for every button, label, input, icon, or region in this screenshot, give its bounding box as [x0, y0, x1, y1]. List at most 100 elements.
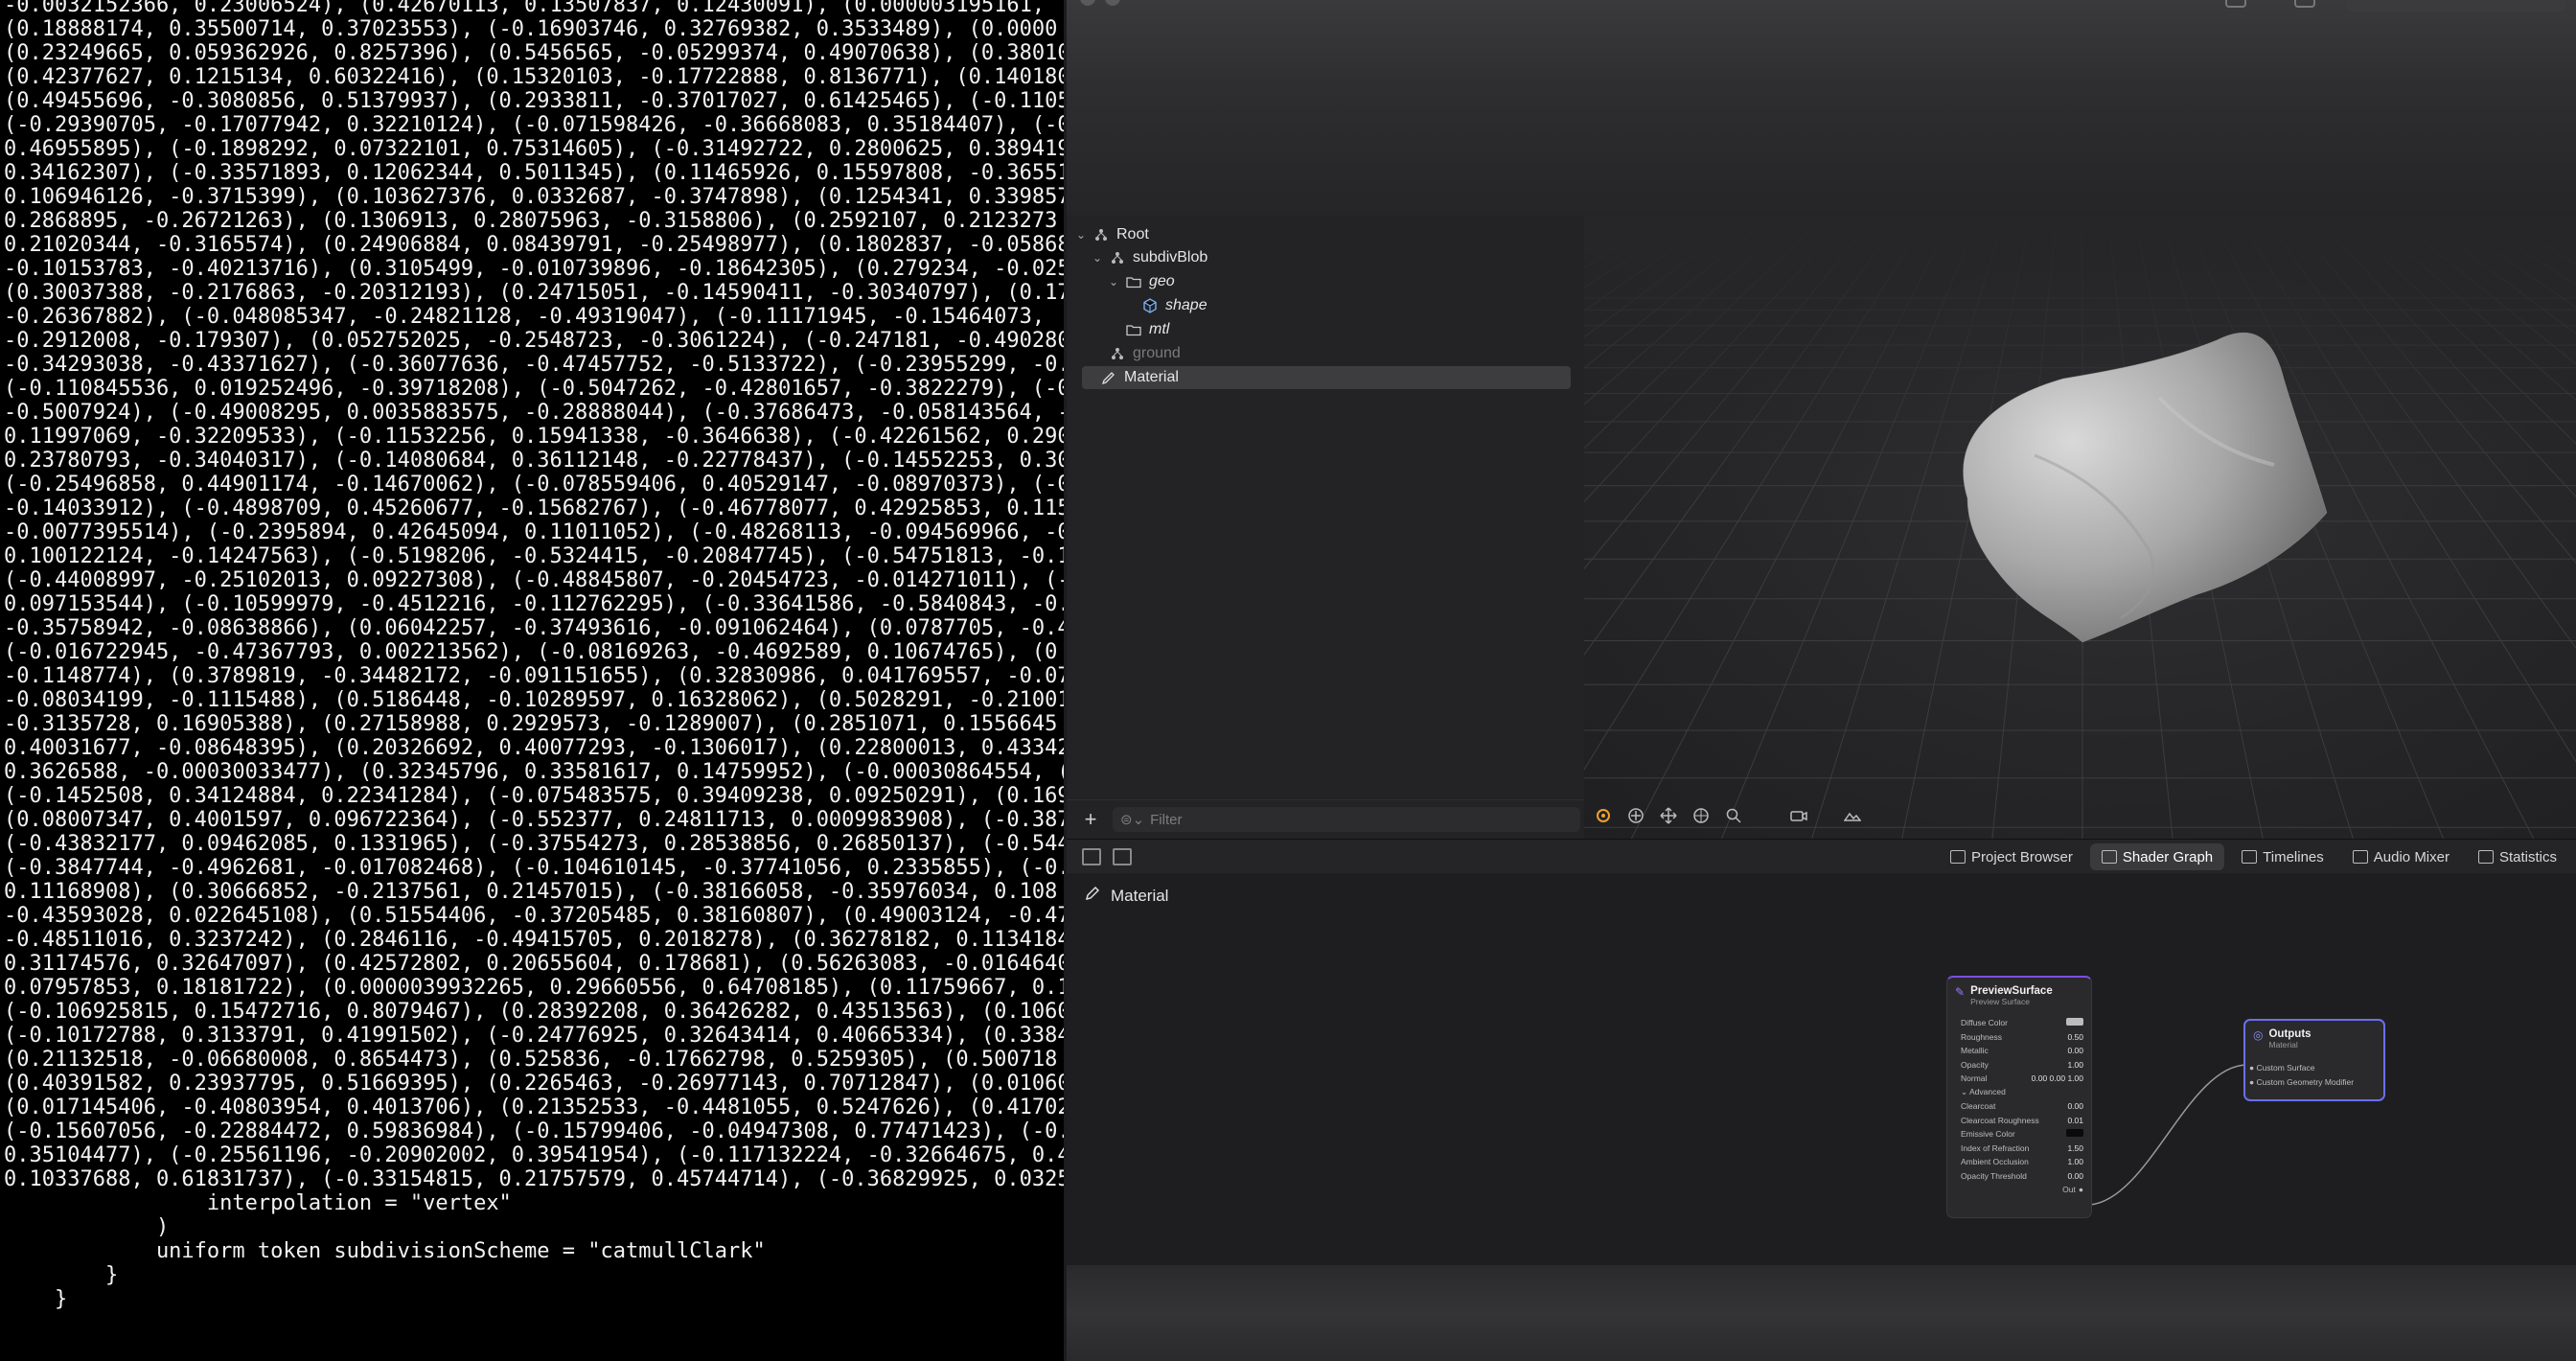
zoom-icon[interactable] [1724, 806, 1743, 825]
tab-label: Project Browser [1971, 848, 2073, 865]
node-param-row[interactable]: Clearcoat 0.00 [1947, 1099, 2091, 1114]
toolbar-icon[interactable] [2225, 0, 2246, 8]
tree-item-label: shape [1165, 297, 1208, 313]
node-param-row[interactable]: Normal 0.00 0.00 1.00 [1947, 1072, 2091, 1086]
chevron-down-icon[interactable]: ⌄ [1074, 228, 1088, 242]
color-swatch[interactable] [2066, 1129, 2083, 1138]
stats-icon [2477, 850, 2494, 864]
chevron-down-icon[interactable]: ⌄ [1107, 275, 1120, 288]
node-param-row[interactable]: Index of Refraction 1.50 [1947, 1142, 2091, 1156]
output-port-row[interactable]: ● Custom Geometry Modifier [2245, 1075, 2383, 1090]
param-value[interactable] [2026, 1018, 2083, 1027]
scene-hierarchy-panel: ⌄ Root ⌄ subdivBlob ⌄ geo shape mtl ground Materi… [1067, 216, 1586, 839]
tree-item-label: mtl [1149, 321, 1170, 337]
node-param-row[interactable]: Clearcoat Roughness 0.01 [1947, 1114, 2091, 1128]
toolbar-icon[interactable] [2294, 0, 2315, 8]
param-value[interactable]: 1.00 [2029, 1157, 2083, 1166]
param-label: Normal [1961, 1073, 1988, 1084]
3d-viewport[interactable] [1584, 216, 2576, 839]
tree-item-ground[interactable]: ground [1074, 342, 1181, 365]
param-value[interactable]: 0.01 [2039, 1116, 2083, 1125]
param-value[interactable]: 0.00 [2026, 1101, 2083, 1111]
param-value[interactable]: 0.50 [2026, 1032, 2083, 1042]
tree-item-material[interactable]: Material [1082, 366, 1571, 389]
filter-options-icon[interactable]: ⊜⌄ [1120, 811, 1144, 828]
frame-icon[interactable] [1691, 806, 1711, 825]
out-port-dot[interactable]: ● [2079, 1185, 2083, 1194]
window-controls[interactable] [1080, 0, 1120, 6]
viewport-toolbar [1594, 806, 1862, 825]
material-icon [1084, 885, 1101, 907]
tab-label: Audio Mixer [2373, 848, 2450, 865]
terminal-window[interactable]: -0.0032152366, 0.23006524), (0.42670113,… [0, 0, 1064, 1361]
add-entity-button[interactable]: + [1078, 807, 1103, 832]
material-icon [1099, 368, 1118, 387]
param-value[interactable]: 1.50 [2029, 1143, 2083, 1153]
out-port-label[interactable]: Out [2062, 1185, 2076, 1194]
tab-label: Timelines [2263, 848, 2324, 865]
param-label: Clearcoat [1961, 1101, 1996, 1112]
node-param-row[interactable]: ⌄ Advanced [1947, 1086, 2091, 1100]
scene-node-icon [1108, 248, 1127, 267]
chevron-down-icon[interactable]: ⌄ [1091, 251, 1104, 265]
minimize-window-button[interactable] [1105, 0, 1120, 6]
hierarchy-footer: + ⊜⌄ Filter [1067, 799, 1584, 839]
terminal-text[interactable]: -0.0032152366, 0.23006524), (0.42670113,… [0, 0, 1064, 1311]
param-value[interactable] [2026, 1129, 2083, 1139]
camera-icon[interactable] [1789, 806, 1808, 825]
tab-shader-graph[interactable]: Shader Graph [2089, 843, 2225, 870]
port-label: ● Custom Surface [2249, 1063, 2315, 1073]
pan-icon[interactable] [1626, 806, 1645, 825]
port-label: ● Custom Geometry Modifier [2249, 1076, 2355, 1087]
node-param-row[interactable]: Metallic 0.00 [1947, 1044, 2091, 1058]
sidebar-toggle-icon[interactable] [1113, 848, 1132, 865]
panel-layout-icon[interactable] [1082, 848, 1101, 865]
mesh-cube-icon [1140, 296, 1160, 315]
tree-item-subdivblob[interactable]: ⌄ subdivBlob [1074, 246, 1208, 269]
param-value[interactable]: 1.00 [2026, 1060, 2083, 1070]
tree-item-root[interactable]: ⌄ Root [1074, 223, 1149, 246]
dock-area [1067, 1265, 2576, 1361]
filter-field[interactable]: ⊜⌄ Filter [1113, 807, 1580, 832]
mixer-icon [2352, 850, 2368, 864]
folder-icon [1950, 850, 1966, 864]
node-subtitle: Preview Surface [1970, 997, 2030, 1006]
shader-graph-canvas[interactable]: Material ✎ PreviewSurface Preview Surfac… [1067, 873, 2576, 1265]
param-value[interactable]: 0.00 [2027, 1171, 2083, 1181]
node-param-row[interactable]: Opacity Threshold 0.00 [1947, 1169, 2091, 1184]
preview-surface-node[interactable]: ✎ PreviewSurface Preview Surface Diffuse… [1946, 976, 2092, 1218]
node-param-row[interactable]: Diffuse Color [1947, 1016, 2091, 1030]
param-label: Metallic [1961, 1046, 1989, 1056]
tab-project-browser[interactable]: Project Browser [1939, 843, 2084, 870]
viewport-grid [1584, 216, 2576, 839]
node-param-row[interactable]: Ambient Occlusion 1.00 [1947, 1155, 2091, 1169]
param-label: Roughness [1961, 1031, 2003, 1042]
tab-statistics[interactable]: Statistics [2467, 843, 2568, 870]
tab-timelines[interactable]: Timelines [2230, 843, 2335, 870]
nodes-icon [2101, 850, 2117, 864]
color-swatch[interactable] [2066, 1018, 2083, 1027]
param-label: ⌄ Advanced [1961, 1087, 2006, 1097]
graph-title: Material [1111, 886, 1169, 905]
node-param-row[interactable]: Emissive Color [1947, 1127, 2091, 1142]
tree-item-geo[interactable]: ⌄ geo [1074, 270, 1175, 293]
param-label: Clearcoat Roughness [1961, 1115, 2039, 1125]
toolbar-search-field[interactable] [2346, 0, 2566, 12]
node-subtitle: Material [2268, 1040, 2298, 1050]
tree-item-mtl[interactable]: mtl [1074, 318, 1169, 341]
close-window-button[interactable] [1080, 0, 1095, 6]
tree-item-shape[interactable]: shape [1074, 294, 1208, 317]
scene-node-icon [1108, 344, 1127, 363]
output-port-row[interactable]: ● Custom Surface [2245, 1061, 2383, 1075]
outputs-node[interactable]: ◎ Outputs Material ● Custom Surface ● Cus… [2243, 1019, 2385, 1101]
param-value[interactable]: 0.00 0.00 1.00 [2026, 1073, 2083, 1083]
param-label: Diffuse Color [1961, 1018, 2008, 1028]
tab-audio-mixer[interactable]: Audio Mixer [2341, 843, 2461, 870]
move-icon[interactable] [1659, 806, 1678, 825]
tab-label: Statistics [2498, 848, 2557, 865]
orbit-icon[interactable] [1594, 806, 1613, 825]
environment-icon[interactable] [1843, 806, 1862, 825]
node-param-row[interactable]: Roughness 0.50 [1947, 1030, 2091, 1045]
node-param-row[interactable]: Opacity 1.00 [1947, 1058, 2091, 1073]
param-value[interactable]: 0.00 [2026, 1046, 2083, 1055]
